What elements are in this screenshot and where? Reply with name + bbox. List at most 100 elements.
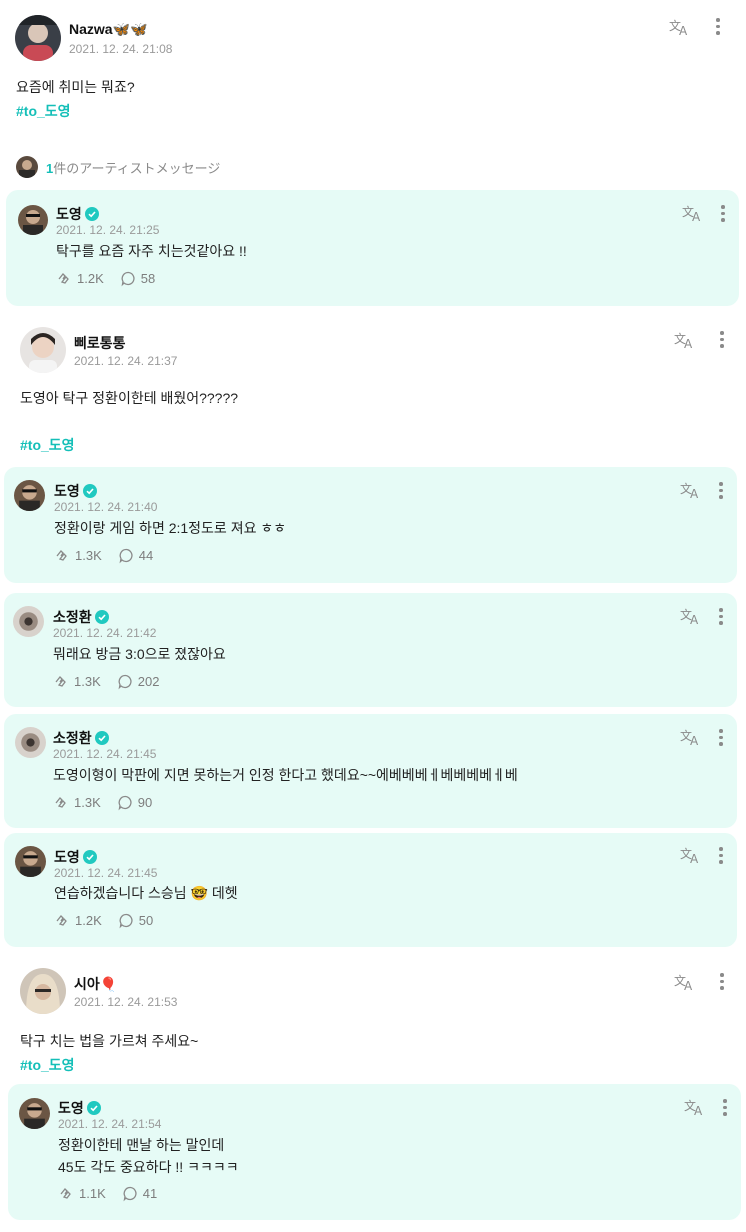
hashtag-link[interactable]: #to_도영: [20, 1055, 75, 1075]
kebab-icon[interactable]: [722, 1099, 728, 1117]
svg-text:A: A: [690, 613, 699, 626]
kebab-icon[interactable]: [718, 608, 724, 626]
comment-bubble-icon: [118, 674, 132, 690]
like-button[interactable]: 1.2K: [54, 912, 102, 929]
translate-icon[interactable]: 文A: [669, 17, 691, 37]
reply-text: 탁구를 요즘 자주 치는것같아요 !!: [56, 243, 247, 259]
translate-icon[interactable]: 文A: [682, 203, 704, 223]
avatar[interactable]: [15, 727, 46, 758]
artist-message-summary[interactable]: 1件のアーティストメッセージ: [16, 156, 220, 178]
translate-icon[interactable]: 文A: [680, 480, 702, 500]
svg-text:A: A: [684, 337, 693, 350]
like-count: 1.1K: [79, 1186, 106, 1201]
username[interactable]: 삐로통통: [74, 333, 126, 353]
avatar[interactable]: [19, 1098, 50, 1129]
artist-name[interactable]: 소정환: [53, 728, 109, 748]
post-text: 요즘에 취미는 뭐죠?: [16, 79, 135, 95]
timestamp: 2021. 12. 24. 21:08: [69, 42, 173, 56]
artist-name[interactable]: 도영: [54, 481, 97, 501]
avatar[interactable]: [20, 968, 66, 1014]
kebab-icon[interactable]: [719, 331, 725, 349]
timestamp: 2021. 12. 24. 21:40: [54, 500, 158, 514]
like-button[interactable]: 1.3K: [53, 673, 101, 690]
like-count: 1.2K: [75, 913, 102, 928]
translate-icon[interactable]: 文A: [684, 1097, 706, 1117]
reply-stats: 1.2K 50: [54, 912, 153, 929]
comment-button[interactable]: 202: [117, 673, 159, 690]
like-count: 1.3K: [74, 795, 101, 810]
svg-text:A: A: [690, 852, 699, 865]
reply-text: 정환이랑 게임 하면 2:1정도로 져요 ㅎㅎ: [54, 520, 287, 536]
reply-text: 도영이형이 막판에 지면 못하는거 인정 한다고 했데요~~에베베베ㅔ베베베베ㅔ…: [53, 767, 518, 783]
reply-stats: 1.2K 58: [56, 270, 155, 287]
avatar[interactable]: [15, 15, 61, 61]
kebab-icon[interactable]: [715, 18, 721, 36]
artist-name[interactable]: 도영: [58, 1098, 101, 1118]
like-button[interactable]: 1.2K: [56, 270, 104, 287]
comment-bubble-icon: [121, 271, 135, 287]
avatar[interactable]: [15, 846, 46, 877]
post-text: 도영아 탁구 정환이한테 배웠어?????: [20, 390, 239, 406]
like-button[interactable]: 1.3K: [54, 547, 102, 564]
avatar: [16, 156, 38, 178]
artist-name[interactable]: 도영: [54, 847, 97, 867]
translate-icon[interactable]: 文A: [680, 845, 702, 865]
fan-post-3: 시아🎈 2021. 12. 24. 21:53 文A 탁구 치는 법을 가르쳐 …: [0, 960, 746, 1080]
comment-button[interactable]: 58: [120, 270, 155, 287]
translate-icon[interactable]: 文A: [674, 972, 696, 992]
username[interactable]: 시아🎈: [74, 974, 117, 994]
post-text: 탁구 치는 법을 가르쳐 주세요~: [20, 1033, 199, 1049]
avatar[interactable]: [18, 205, 48, 235]
artist-name[interactable]: 소정환: [53, 607, 109, 627]
translate-icon[interactable]: 文A: [674, 330, 696, 350]
avatar[interactable]: [14, 480, 45, 511]
artist-reply-card: 도영 2021. 12. 24. 21:54 文A 정환이한테 맨날 하는 말인…: [8, 1084, 741, 1220]
like-hands-icon: [55, 797, 66, 808]
hashtag-link[interactable]: #to_도영: [16, 101, 71, 121]
comment-button[interactable]: 44: [118, 547, 153, 564]
reply-stats: 1.3K 90: [53, 794, 152, 811]
reply-stats: 1.3K 202: [53, 673, 159, 690]
comment-bubble-icon: [123, 1186, 137, 1202]
comment-bubble-icon: [118, 795, 132, 811]
fan-post-1: Nazwa🦋🦋 2021. 12. 24. 21:08 文A 요즘에 취미는 뭐…: [0, 0, 746, 140]
like-button[interactable]: 1.3K: [53, 794, 101, 811]
avatar[interactable]: [20, 327, 66, 373]
comment-button[interactable]: 90: [117, 794, 152, 811]
svg-text:A: A: [690, 487, 699, 500]
reply-text-line-1: 정환이한테 맨날 하는 말인데: [58, 1137, 225, 1153]
like-hands-icon: [55, 676, 66, 687]
verified-check-icon: [86, 1101, 101, 1115]
like-count: 1.3K: [75, 548, 102, 563]
timestamp: 2021. 12. 24. 21:53: [74, 995, 178, 1009]
kebab-icon[interactable]: [718, 847, 724, 865]
comment-button[interactable]: 41: [122, 1185, 157, 1202]
comment-count: 58: [140, 271, 156, 286]
svg-text:A: A: [692, 210, 701, 223]
like-button[interactable]: 1.1K: [58, 1185, 106, 1202]
comment-count: 44: [138, 548, 154, 563]
artist-reply-card: 도영 2021. 12. 24. 21:25 文A 탁구를 요즘 자주 치는것같…: [6, 190, 739, 306]
kebab-icon[interactable]: [719, 973, 725, 991]
username[interactable]: Nazwa🦋🦋: [69, 21, 147, 38]
summary-label: 件のアーティストメッセージ: [53, 160, 221, 176]
avatar[interactable]: [13, 606, 44, 637]
artist-name[interactable]: 도영: [56, 204, 99, 224]
kebab-icon[interactable]: [718, 729, 724, 747]
verified-check-icon: [94, 610, 109, 624]
hashtag-link[interactable]: #to_도영: [20, 435, 75, 455]
comment-bubble-icon: [119, 548, 133, 564]
svg-text:A: A: [694, 1104, 703, 1117]
translate-icon[interactable]: 文A: [680, 606, 702, 626]
comment-button[interactable]: 50: [118, 912, 153, 929]
kebab-icon[interactable]: [720, 205, 726, 223]
svg-text:A: A: [679, 24, 688, 37]
like-hands-icon: [60, 1188, 71, 1199]
translate-icon[interactable]: 文A: [680, 727, 702, 747]
verified-check-icon: [84, 207, 99, 221]
like-count: 1.3K: [74, 674, 101, 689]
timestamp: 2021. 12. 24. 21:37: [74, 354, 178, 368]
kebab-icon[interactable]: [718, 482, 724, 500]
artist-reply-card: 소정환 2021. 12. 24. 21:45 文A 도영이형이 막판에 지면 …: [4, 714, 737, 828]
comment-bubble-icon: [119, 913, 133, 929]
